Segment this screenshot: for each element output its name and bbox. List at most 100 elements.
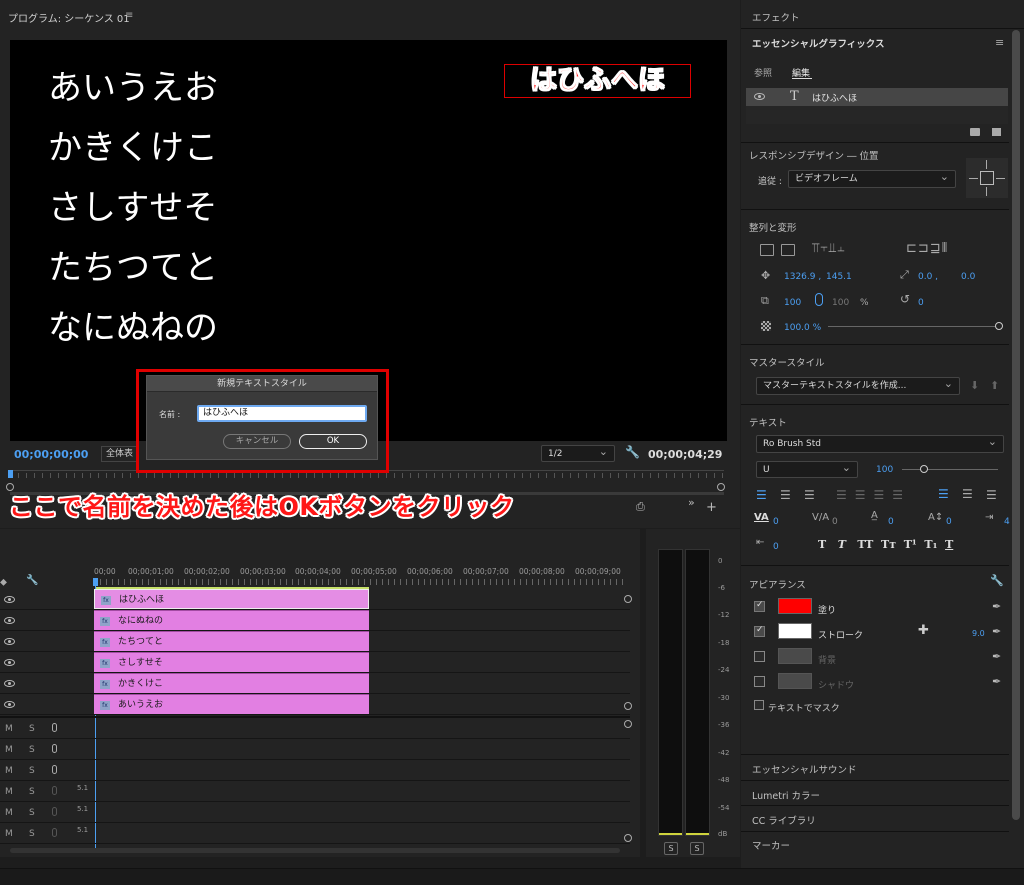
program-timecode-current[interactable]: 00;00;00;00: [14, 448, 88, 461]
push-up-icon[interactable]: ⬆: [990, 379, 999, 392]
microphone-icon[interactable]: [52, 786, 57, 795]
leading-value[interactable]: 0: [888, 517, 894, 527]
audio-track[interactable]: M S 5.1: [0, 781, 630, 802]
anchor-y[interactable]: 0.0: [961, 272, 975, 282]
solo-left-button[interactable]: S: [664, 842, 678, 855]
vertical-align-center-icon[interactable]: ☰: [962, 487, 973, 501]
audio-track[interactable]: MS: [0, 739, 630, 760]
new-layer-icon[interactable]: [992, 128, 1001, 136]
audio-track[interactable]: MS: [0, 718, 630, 739]
pin-to-widget[interactable]: [966, 158, 1008, 198]
stroke-color-swatch[interactable]: [778, 623, 812, 639]
eye-icon[interactable]: [4, 638, 15, 645]
stroke-width-value[interactable]: 9.0: [972, 629, 985, 638]
type-style-buttons[interactable]: T T TT Tт T¹ T₁ T: [818, 538, 953, 551]
mute-button[interactable]: M: [5, 724, 13, 734]
program-monitor-title[interactable]: プログラム: シーケンス 01: [8, 10, 130, 25]
superscript-button[interactable]: T¹: [904, 538, 917, 551]
rotation-value[interactable]: 0: [918, 298, 924, 308]
tsume-value[interactable]: 4: [1004, 517, 1010, 527]
font-size-slider[interactable]: [902, 469, 998, 470]
link-scale-icon[interactable]: [815, 293, 823, 306]
playhead-marker[interactable]: [8, 470, 13, 478]
vertical-align-bottom-icon[interactable]: ☰: [986, 488, 997, 502]
add-stroke-icon[interactable]: ✚: [918, 623, 929, 638]
lumetri-color-tab[interactable]: Lumetri カラー: [752, 788, 820, 802]
tracking-value[interactable]: 0: [832, 517, 838, 527]
tab-browse[interactable]: 参照: [754, 66, 772, 79]
wrench-icon[interactable]: 🔧: [625, 445, 640, 459]
microphone-icon[interactable]: [52, 807, 57, 816]
ok-button[interactable]: OK: [299, 434, 367, 449]
fill-color-swatch[interactable]: [778, 598, 812, 614]
layer-row-selected[interactable]: T はひふへほ: [746, 88, 1008, 106]
mute-button[interactable]: M: [5, 787, 13, 797]
timeline-settings-icon[interactable]: 🔧: [26, 575, 38, 586]
kerning-value[interactable]: 0: [773, 517, 779, 527]
panel-scrollbar[interactable]: [1012, 30, 1020, 820]
microphone-icon[interactable]: [52, 765, 57, 774]
panel-menu-icon[interactable]: ≡: [995, 36, 1004, 49]
scroll-handle[interactable]: [624, 702, 632, 710]
more-controls-icon[interactable]: »: [688, 496, 695, 509]
background-color-swatch[interactable]: [778, 648, 812, 664]
essential-sound-tab[interactable]: エッセンシャルサウンド: [752, 762, 857, 776]
add-button-icon[interactable]: +: [706, 500, 717, 515]
eye-icon[interactable]: [4, 596, 15, 603]
push-down-icon[interactable]: ⬇: [970, 379, 979, 392]
markers-tab[interactable]: マーカー: [752, 838, 790, 852]
style-name-input[interactable]: はひふへほ: [197, 405, 367, 422]
fill-checkbox[interactable]: [754, 600, 765, 612]
align-right-text-icon[interactable]: ☰: [804, 488, 815, 502]
subscript-button[interactable]: T₁: [924, 538, 937, 551]
vertical-align-top-icon[interactable]: ☰: [938, 487, 949, 501]
timeline-ruler[interactable]: 00;00 00;00;01;00 00;00;02;00 00;00;03;0…: [94, 566, 626, 586]
follow-select[interactable]: ビデオフレーム: [788, 168, 956, 188]
justify-text-icons[interactable]: ☰☰☰☰: [836, 488, 911, 502]
font-size-slider-handle[interactable]: [920, 465, 928, 473]
mask-with-text-checkbox[interactable]: [754, 700, 764, 710]
timeline-horizontal-scrollbar[interactable]: [10, 848, 620, 853]
export-frame-icon[interactable]: ⎙: [636, 500, 645, 514]
tab-width-value[interactable]: 0: [773, 542, 779, 552]
mute-button[interactable]: M: [5, 829, 13, 839]
opacity-slider-handle[interactable]: [995, 322, 1003, 330]
timeline-clip[interactable]: fx かきくけこ: [94, 673, 369, 693]
timeline-clip[interactable]: fx たちつてと: [94, 631, 369, 651]
stroke-checkbox[interactable]: [754, 625, 765, 637]
audio-track[interactable]: M S 5.1: [0, 802, 630, 823]
scroll-handle[interactable]: [624, 834, 632, 842]
folder-icon[interactable]: [970, 128, 980, 136]
baseline-value[interactable]: 0: [946, 517, 952, 527]
shadow-color-swatch[interactable]: [778, 673, 812, 689]
mute-button[interactable]: M: [5, 808, 13, 818]
eyedropper-icon[interactable]: ✒: [992, 600, 1001, 613]
eyedropper-icon[interactable]: ✒: [992, 675, 1001, 688]
microphone-icon[interactable]: [52, 828, 57, 837]
timeline-playhead[interactable]: [93, 578, 98, 586]
opacity-slider[interactable]: [828, 326, 996, 327]
align-left-text-icon[interactable]: ☰: [756, 488, 767, 502]
bold-button[interactable]: T: [818, 538, 826, 551]
eye-icon[interactable]: [4, 680, 15, 687]
timeline-clip[interactable]: fx あいうえお: [94, 694, 369, 714]
solo-button[interactable]: S: [29, 829, 35, 839]
align-vertical-center-icon[interactable]: [760, 244, 774, 256]
mute-button[interactable]: M: [5, 745, 13, 755]
microphone-icon[interactable]: [52, 723, 57, 732]
underline-button[interactable]: T: [945, 538, 953, 551]
microphone-icon[interactable]: [52, 744, 57, 753]
solo-button[interactable]: S: [29, 724, 35, 734]
canvas-selected-text[interactable]: はひふへほ: [504, 64, 691, 98]
small-caps-button[interactable]: Tт: [881, 538, 896, 551]
timeline-clip-selected[interactable]: fx はひふへほ: [94, 589, 369, 609]
solo-button[interactable]: S: [29, 808, 35, 818]
solo-button[interactable]: S: [29, 787, 35, 797]
master-style-select[interactable]: マスターテキストスタイルを作成...: [756, 375, 960, 395]
solo-button[interactable]: S: [29, 745, 35, 755]
timeline-clip[interactable]: fx なにぬねの: [94, 610, 369, 630]
fit-select[interactable]: 全体表: [101, 446, 137, 462]
scroll-handle[interactable]: [624, 720, 632, 728]
font-style-select[interactable]: U: [756, 459, 858, 478]
scroll-handle[interactable]: [624, 595, 632, 603]
